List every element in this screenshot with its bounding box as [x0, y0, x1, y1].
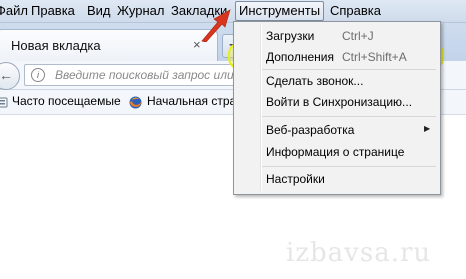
menu-item-sync[interactable]: Войти в Синхронизацию...	[266, 95, 412, 109]
menu-item-settings[interactable]: Настройки	[266, 172, 325, 186]
menu-item-downloads[interactable]: Загрузки	[266, 29, 314, 43]
back-button[interactable]: ←	[0, 62, 20, 90]
annotation-arrow-icon	[201, 9, 231, 42]
menu-separator	[262, 166, 436, 167]
menu-separator	[262, 116, 436, 117]
menu-file[interactable]: Файл	[0, 3, 28, 18]
tab-new-tab[interactable]: Новая вкладка ×	[0, 29, 218, 62]
bookmark-most-visited[interactable]: Часто посещаемые	[12, 94, 121, 108]
watermark: izbavsa.ru	[286, 238, 432, 268]
info-icon[interactable]: i	[31, 68, 45, 82]
shortcut-downloads: Ctrl+J	[342, 29, 374, 43]
menu-separator	[262, 69, 436, 70]
shortcut-addons: Ctrl+Shift+A	[342, 50, 407, 64]
menu-edit[interactable]: Правка	[31, 3, 75, 18]
menu-view[interactable]: Вид	[87, 3, 111, 18]
menu-item-page-info[interactable]: Информация о странице	[266, 145, 404, 159]
menu-tools[interactable]: Инструменты	[235, 1, 325, 21]
tab-title: Новая вкладка	[11, 38, 101, 53]
menu-item-addons[interactable]: Дополнения	[266, 50, 334, 64]
tools-dropdown-menu: Загрузки Ctrl+J Дополнения Ctrl+Shift+A …	[233, 21, 441, 195]
menu-help[interactable]: Справка	[330, 3, 381, 18]
bookmark-folder-icon	[0, 97, 8, 108]
menu-item-web-developer[interactable]: Веб-разработка	[266, 123, 354, 137]
submenu-arrow-icon: ▶	[424, 124, 431, 133]
firefox-icon	[129, 96, 142, 109]
menu-item-make-call[interactable]: Сделать звонок...	[266, 74, 363, 88]
menu-history[interactable]: Журнал	[117, 3, 164, 18]
